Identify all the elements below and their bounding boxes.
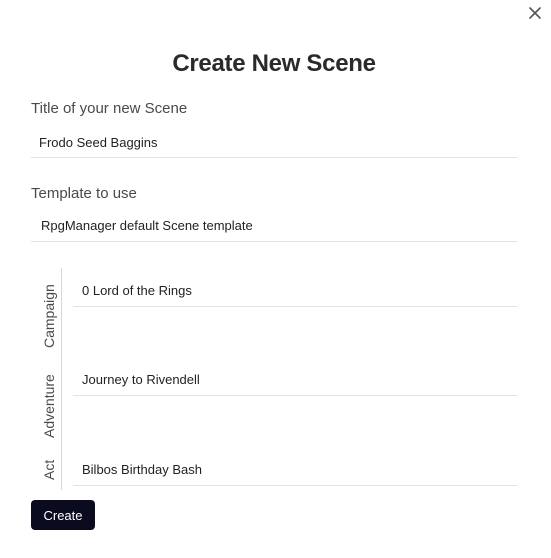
scene-title-field (31, 129, 517, 158)
hierarchy-divider (61, 268, 62, 490)
act-selected-value: Bilbos Birthday Bash (82, 462, 202, 477)
adventure-label: Adventure (41, 374, 57, 438)
close-button[interactable] (526, 4, 544, 22)
dialog-title: Create New Scene (172, 50, 376, 77)
create-button[interactable]: Create (31, 500, 95, 530)
adventure-select[interactable]: Journey to Rivendell (73, 367, 517, 396)
template-select[interactable]: RpgManager default Scene template (31, 213, 517, 242)
adventure-selected-value: Journey to Rivendell (82, 372, 200, 387)
campaign-select[interactable]: 0 Lord of the Rings (73, 278, 517, 307)
campaign-label: Campaign (41, 284, 57, 348)
campaign-selected-value: 0 Lord of the Rings (82, 283, 192, 298)
act-select[interactable]: Bilbos Birthday Bash (73, 457, 517, 486)
act-label: Act (41, 459, 57, 480)
template-label: Template to use (31, 185, 137, 202)
close-icon (529, 7, 541, 19)
scene-title-input[interactable] (31, 129, 517, 155)
template-selected-value: RpgManager default Scene template (41, 218, 253, 233)
scene-hierarchy: Campaign 0 Lord of the Rings Adventure J… (31, 266, 521, 490)
scene-title-label: Title of your new Scene (31, 100, 188, 117)
create-scene-modal: Create New Scene Title of your new Scene… (0, 0, 551, 558)
